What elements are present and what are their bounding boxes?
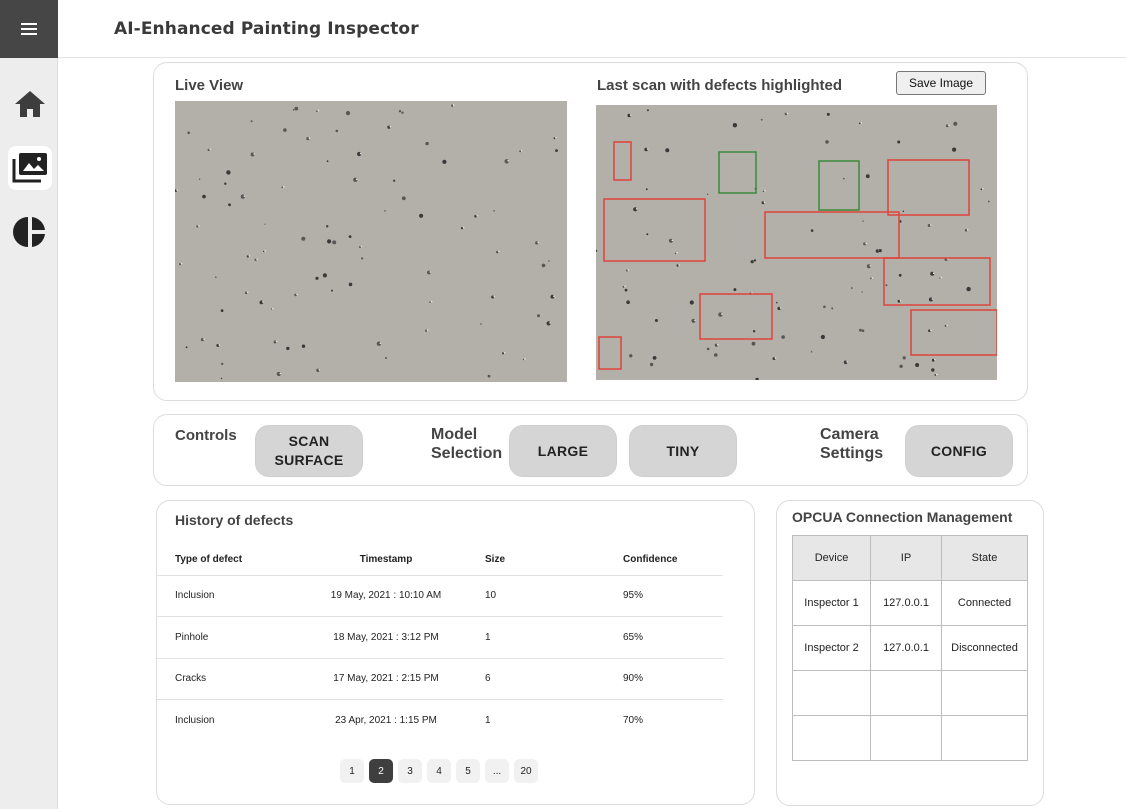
defect-detection-box [603, 198, 706, 262]
config-button[interactable]: CONFIG [905, 425, 1013, 477]
table-row[interactable]: Inclusion 19 May, 2021 : 10:10 AM 10 95% [157, 575, 723, 617]
table-row[interactable] [792, 670, 1028, 716]
scan-view-image [596, 105, 997, 380]
cell-timestamp: 17 May, 2021 : 2:15 PM [301, 658, 471, 700]
controls-card: Controls SCAN SURFACE Model Selection LA… [153, 414, 1028, 486]
cell-state: Disconnected [941, 625, 1028, 671]
defect-detection-box [910, 309, 997, 356]
cell-type: Inclusion [157, 575, 301, 617]
defect-detection-box [598, 336, 622, 370]
pie-chart-icon [13, 217, 45, 247]
pagination: 1 2 3 4 5 ... 20 [340, 759, 538, 783]
cell-timestamp: 23 Apr, 2021 : 1:15 PM [335, 715, 437, 726]
opcua-header-row: Device IP State [792, 535, 1028, 581]
page-3-button[interactable]: 3 [398, 759, 422, 783]
live-view-label: Live View [175, 77, 244, 94]
cell-size: 6 [471, 658, 605, 700]
cell-ip [870, 715, 942, 761]
nav-analytics[interactable] [8, 210, 52, 254]
col-device: Device [792, 535, 871, 581]
controls-label: Controls [175, 427, 237, 444]
col-state: State [941, 535, 1028, 581]
defect-detection-box [887, 159, 970, 216]
opcua-card: OPCUA Connection Management Device IP St… [776, 500, 1044, 806]
menu-button[interactable] [0, 0, 58, 58]
col-timestamp: Timestamp [301, 545, 471, 576]
cell-state: Connected [941, 580, 1028, 626]
cell-state [941, 670, 1028, 716]
photo-library-icon [12, 153, 47, 183]
history-table: Type of defect Timestamp Size Confidence… [157, 545, 723, 741]
col-confidence: Confidence [605, 545, 723, 576]
home-icon [15, 91, 45, 117]
ok-detection-box [718, 151, 757, 194]
cell-device: Inspector 1 [792, 580, 871, 626]
cell-type: Pinhole [157, 616, 301, 659]
cell-device: Inspector 2 [792, 625, 871, 671]
cell-timestamp: 18 May, 2021 : 3:12 PM [301, 616, 471, 659]
cell-state [941, 715, 1028, 761]
table-row[interactable] [792, 715, 1028, 761]
ok-detection-box [818, 160, 860, 211]
menu-icon [21, 23, 37, 35]
cell-device [792, 670, 871, 716]
cell-timestamp: 19 May, 2021 : 10:10 AM [301, 575, 471, 617]
history-title: History of defects [175, 512, 294, 528]
page-ellipsis: ... [485, 759, 509, 783]
history-header-row: Type of defect Timestamp Size Confidence [157, 545, 723, 576]
table-row[interactable]: Pinhole 18 May, 2021 : 3:12 PM 1 65% [157, 616, 723, 659]
nav-gallery[interactable] [8, 146, 52, 190]
defect-detection-box [699, 293, 773, 340]
scan-view-label: Last scan with defects highlighted [597, 77, 843, 94]
cell-confidence: 90% [605, 658, 723, 700]
cell-confidence: 95% [605, 575, 723, 617]
page-1-button[interactable]: 1 [340, 759, 364, 783]
defect-detection-box [613, 141, 632, 181]
surface-speckles [175, 104, 558, 380]
col-type: Type of defect [157, 545, 301, 576]
cell-device [792, 715, 871, 761]
table-row[interactable]: Cracks 17 May, 2021 : 2:15 PM 6 90% [157, 658, 723, 700]
cell-confidence: 70% [623, 715, 644, 726]
page-4-button[interactable]: 4 [427, 759, 451, 783]
nav-home[interactable] [8, 82, 52, 126]
cell-type: Inclusion [175, 715, 215, 726]
cell-ip [870, 670, 942, 716]
history-card: History of defects Type of defect Timest… [156, 500, 755, 805]
camera-settings-label: Camera Settings [820, 426, 884, 462]
cell-ip: 127.0.0.1 [870, 580, 942, 626]
cell-size: 1 [471, 616, 605, 659]
app-title: AI-Enhanced Painting Inspector [114, 19, 419, 39]
table-row[interactable]: Inspector 1 127.0.0.1 Connected [792, 580, 1028, 626]
model-selection-label: Model Selection [431, 426, 503, 462]
defect-detection-box [883, 257, 991, 306]
surface-speckles [596, 109, 990, 380]
cell-ip: 127.0.0.1 [870, 625, 942, 671]
model-tiny-button[interactable]: TINY [629, 425, 737, 477]
model-large-button[interactable]: LARGE [509, 425, 617, 477]
scan-surface-button[interactable]: SCAN SURFACE [255, 425, 363, 477]
col-size: Size [471, 545, 605, 576]
cell-confidence: 65% [605, 616, 723, 659]
cell-size: 1 [485, 715, 491, 726]
page-20-button[interactable]: 20 [514, 759, 538, 783]
views-card: Live View Last scan with defects highlig… [153, 62, 1028, 401]
table-row[interactable]: Inspector 2 127.0.0.1 Disconnected [792, 625, 1028, 671]
opcua-title: OPCUA Connection Management [792, 509, 1013, 525]
live-view-image [175, 101, 567, 382]
sidebar [0, 0, 58, 809]
opcua-table: Device IP State Inspector 1 127.0.0.1 Co… [792, 535, 1028, 761]
cell-size: 10 [471, 575, 605, 617]
page-5-button[interactable]: 5 [456, 759, 480, 783]
save-image-button[interactable]: Save Image [896, 71, 986, 95]
page-2-button[interactable]: 2 [369, 759, 393, 783]
cell-type: Cracks [157, 658, 301, 700]
col-ip: IP [870, 535, 942, 581]
table-row[interactable]: Inclusion 23 Apr, 2021 : 1:15 PM 1 70% [157, 700, 723, 742]
top-bar: AI-Enhanced Painting Inspector [58, 0, 1126, 58]
